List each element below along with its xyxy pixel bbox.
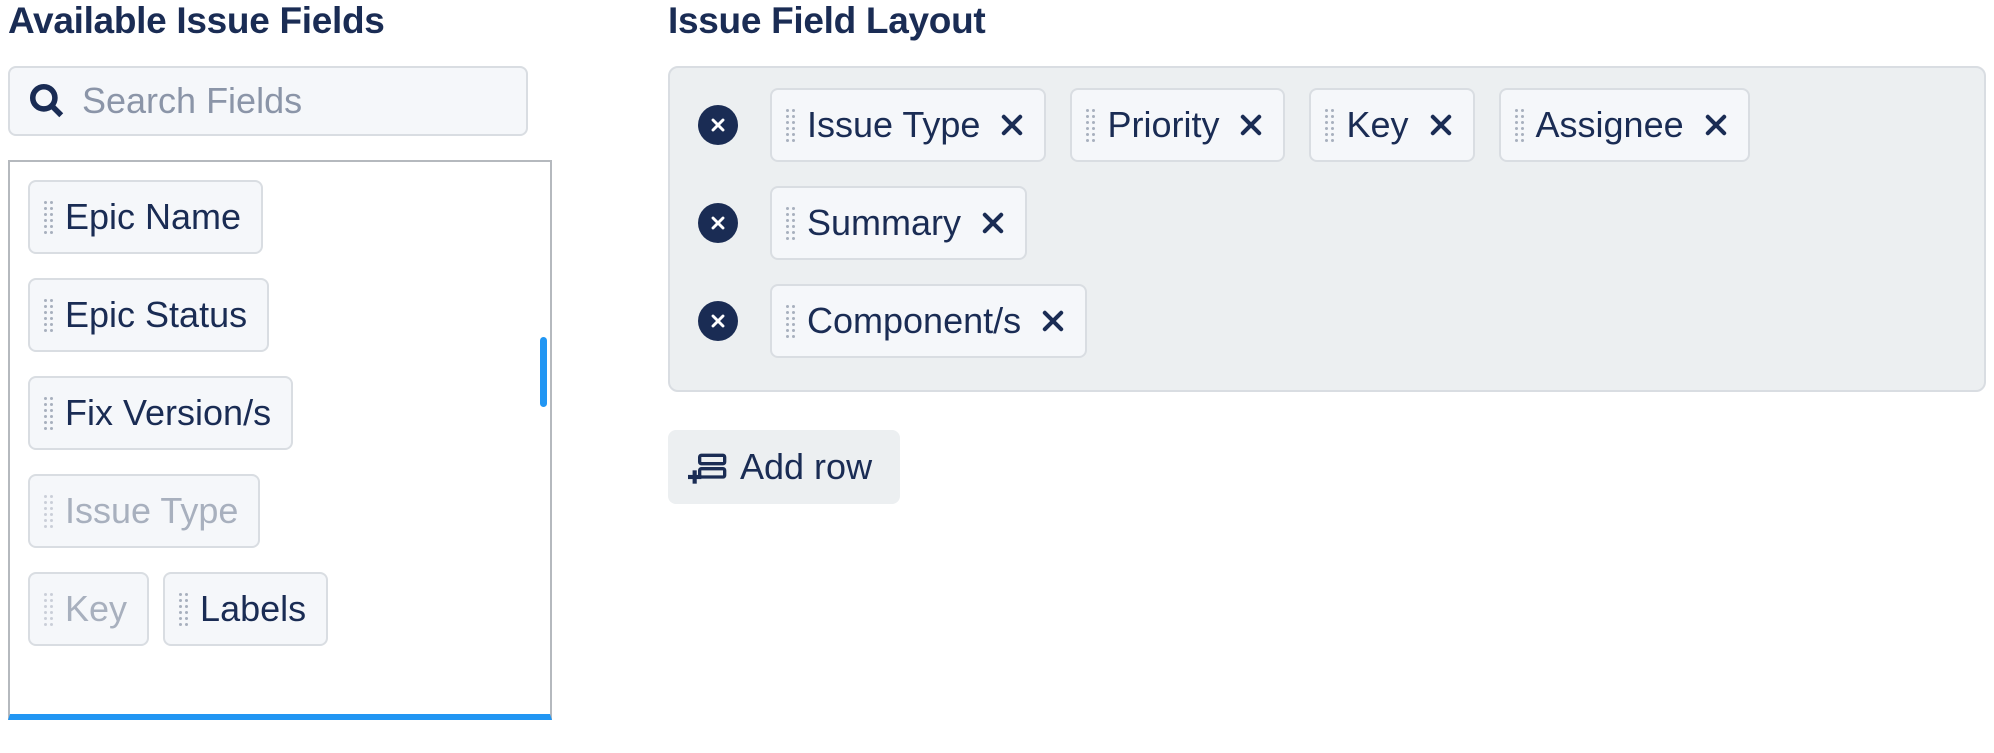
layout-area: Issue Type Priority Key Assignee Summary Comp… [668, 66, 1986, 392]
layout-field-chip[interactable]: Priority [1070, 88, 1285, 162]
available-field-chip[interactable]: Epic Status [28, 278, 269, 352]
layout-field-chip[interactable]: Component/s [770, 284, 1087, 358]
layout-title: Issue Field Layout [668, 0, 1986, 42]
field-label: Component/s [807, 300, 1021, 342]
field-label: Key [1346, 104, 1408, 146]
add-row-label: Add row [740, 446, 872, 488]
drag-handle-icon[interactable] [786, 303, 795, 340]
drag-handle-icon[interactable] [786, 205, 795, 242]
field-label: Labels [200, 588, 306, 630]
search-icon [28, 82, 66, 120]
drag-handle-icon[interactable] [44, 199, 53, 236]
field-label: Fix Version/s [65, 392, 271, 434]
available-fields-title: Available Issue Fields [8, 0, 538, 42]
remove-field-button[interactable] [1702, 111, 1730, 139]
field-label: Epic Name [65, 196, 241, 238]
drag-handle-icon[interactable] [44, 297, 53, 334]
field-label: Key [65, 588, 127, 630]
field-label: Priority [1107, 104, 1219, 146]
add-row-icon [688, 447, 728, 487]
drag-handle-icon[interactable] [44, 493, 53, 530]
available-field-chip[interactable]: Key [28, 572, 149, 646]
remove-field-button[interactable] [1427, 111, 1455, 139]
available-field-chip[interactable]: Epic Name [28, 180, 263, 254]
remove-field-button[interactable] [979, 209, 1007, 237]
field-label: Assignee [1536, 104, 1684, 146]
layout-field-chip[interactable]: Issue Type [770, 88, 1046, 162]
search-box[interactable] [8, 66, 528, 136]
layout-field-chip[interactable]: Summary [770, 186, 1027, 260]
layout-row: Component/s [698, 284, 1956, 358]
add-row-button[interactable]: Add row [668, 430, 900, 504]
layout-row: Summary [698, 186, 1956, 260]
scrollbar-thumb[interactable] [540, 337, 547, 407]
field-label: Issue Type [65, 490, 238, 532]
field-label: Epic Status [65, 294, 247, 336]
field-label: Summary [807, 202, 961, 244]
available-field-chip[interactable]: Labels [163, 572, 328, 646]
layout-field-chip[interactable]: Key [1309, 88, 1474, 162]
available-field-chip[interactable]: Issue Type [28, 474, 260, 548]
field-label: Issue Type [807, 104, 980, 146]
remove-field-button[interactable] [1237, 111, 1265, 139]
drag-handle-icon[interactable] [179, 591, 188, 628]
remove-field-button[interactable] [998, 111, 1026, 139]
layout-row: Issue Type Priority Key Assignee [698, 88, 1956, 162]
remove-field-button[interactable] [1039, 307, 1067, 335]
drag-handle-icon[interactable] [1086, 107, 1095, 144]
search-input[interactable] [82, 80, 508, 122]
drag-handle-icon[interactable] [1515, 107, 1524, 144]
drag-handle-icon[interactable] [44, 591, 53, 628]
drag-handle-icon[interactable] [786, 107, 795, 144]
remove-row-button[interactable] [698, 203, 738, 243]
drag-handle-icon[interactable] [44, 395, 53, 432]
layout-field-chip[interactable]: Assignee [1499, 88, 1750, 162]
remove-row-button[interactable] [698, 301, 738, 341]
available-fields-list: Epic Name Epic Status Fix Version/s Issue T… [8, 160, 552, 720]
available-field-chip[interactable]: Fix Version/s [28, 376, 293, 450]
drag-handle-icon[interactable] [1325, 107, 1334, 144]
remove-row-button[interactable] [698, 105, 738, 145]
